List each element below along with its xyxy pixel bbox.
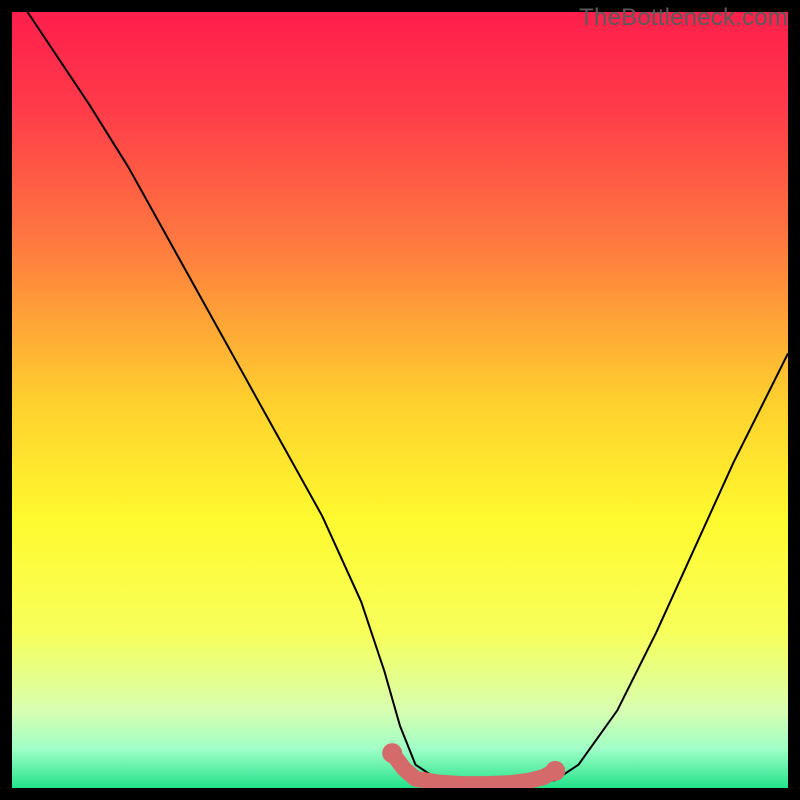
gradient-background [12,12,788,788]
attribution-text: TheBottleneck.com [579,4,788,32]
chart-plot-area [12,12,788,788]
optimal-range-endpoint [382,743,402,763]
bottleneck-chart [12,12,788,788]
optimal-range-endpoint [545,761,565,781]
